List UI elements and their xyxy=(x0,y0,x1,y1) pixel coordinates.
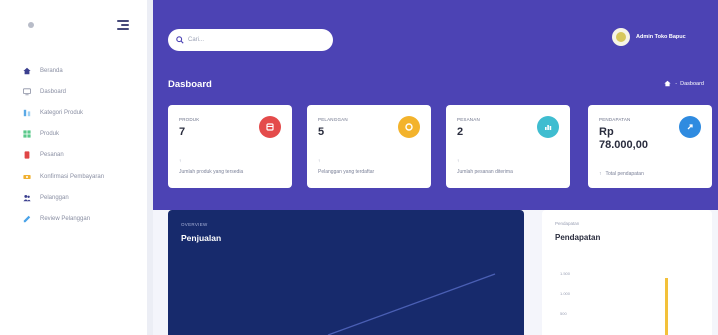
sidebar-item-beranda[interactable]: Beranda xyxy=(0,60,147,81)
sidebar: Beranda Dasboard Kategori Produk Produk … xyxy=(0,0,147,335)
star-icon xyxy=(398,116,420,138)
monitor-icon xyxy=(23,88,31,96)
page-title: Dasboard xyxy=(168,79,212,90)
avatar-image-icon xyxy=(616,32,626,42)
card-value: 7 xyxy=(179,126,186,138)
income-chart-panel: Pendapatan Pendapatan 1.500 1.000 500 xyxy=(542,210,712,335)
breadcrumb: - Dasboard xyxy=(664,80,704,87)
card-value: 2 xyxy=(457,126,464,138)
users-icon xyxy=(23,194,31,202)
sidebar-item-label: Pesanan xyxy=(40,152,64,159)
sidebar-item-review-pelanggan[interactable]: Review Pelanggan xyxy=(0,208,147,229)
sidebar-item-kategori-produk[interactable]: Kategori Produk xyxy=(0,102,147,123)
sidebar-toggle-icon[interactable] xyxy=(117,20,129,30)
sidebar-item-pesanan[interactable]: Pesanan xyxy=(0,145,147,166)
search-placeholder: Cari... xyxy=(188,37,205,43)
axis-tick-label: 1.000 xyxy=(560,291,571,296)
stat-card-produk[interactable]: PRODUK 7 ↑ Jumlah produk yang tersedia xyxy=(168,105,292,188)
axis-tick-label: 500 xyxy=(560,311,567,316)
app-root: Beranda Dasboard Kategori Produk Produk … xyxy=(0,0,718,335)
card-value: 5 xyxy=(318,126,325,138)
sidebar-item-label: Beranda xyxy=(40,67,63,74)
sales-line-chart xyxy=(327,273,496,335)
sidebar-item-label: Dasboard xyxy=(40,88,67,95)
card-arrow-icon: ↑ xyxy=(457,158,460,163)
money-icon xyxy=(23,173,31,181)
review-icon xyxy=(23,215,31,223)
card-value: Rp 78.000,00 xyxy=(599,126,648,151)
card-arrow-icon: ↑ xyxy=(179,158,182,163)
card-label: PENDAPATAN xyxy=(599,117,631,122)
sidebar-item-label: Konfirmasi Pembayaran xyxy=(40,173,105,180)
sidebar-item-label: Review Pelanggan xyxy=(40,215,91,222)
home-icon xyxy=(23,67,31,75)
sidebar-item-label: Pelanggan xyxy=(40,194,69,201)
card-subtitle: Jumlah pesanan diterima xyxy=(457,169,513,175)
card-subtitle: Pelanggan yang terdaftar xyxy=(318,169,375,175)
sidebar-menu: Beranda Dasboard Kategori Produk Produk … xyxy=(0,50,147,230)
sidebar-item-produk[interactable]: Produk xyxy=(0,124,147,145)
search-input[interactable]: Cari... xyxy=(168,29,333,51)
income-bar xyxy=(665,278,668,335)
chart-icon xyxy=(537,116,559,138)
stat-card-pelanggan[interactable]: PELANGGAN 5 ↑ Pelanggan yang terdaftar xyxy=(307,105,431,188)
breadcrumb-current: Dasboard xyxy=(680,80,704,87)
card-subtitle: Jumlah produk yang tersedia xyxy=(179,169,244,175)
card-arrow-icon: ↑ xyxy=(599,171,602,177)
stat-card-pesanan[interactable]: PESANAN 2 ↑ Jumlah pesanan diterima xyxy=(446,105,570,188)
sidebar-header xyxy=(0,0,147,50)
user-name: Admin Toko Bapuc xyxy=(636,34,686,40)
card-arrow-icon: ↑ xyxy=(318,158,321,163)
home-icon[interactable] xyxy=(664,80,671,87)
box-icon xyxy=(259,116,281,138)
card-subtitle-text: Total pendapatan xyxy=(605,171,644,177)
card-label: PELANGGAN xyxy=(318,117,348,122)
search-icon xyxy=(176,36,184,44)
card-label: PRODUK xyxy=(179,117,200,122)
money-icon xyxy=(679,116,701,138)
avatar xyxy=(612,28,630,46)
sidebar-item-label: Produk xyxy=(40,131,60,138)
sidebar-item-dasboard[interactable]: Dasboard xyxy=(0,81,147,102)
panel-title: Pendapatan xyxy=(555,233,601,242)
sales-series-line xyxy=(327,273,496,335)
sales-chart-panel: OVERVIEW Penjualan xyxy=(168,210,524,335)
user-menu[interactable]: Admin Toko Bapuc xyxy=(612,28,686,46)
sidebar-item-konfirmasi-pembayaran[interactable]: Konfirmasi Pembayaran xyxy=(0,166,147,187)
card-label: PESANAN xyxy=(457,117,480,122)
stat-card-pendapatan[interactable]: PENDAPATAN Rp 78.000,00 ↑ Total pendapata… xyxy=(588,105,712,188)
order-icon xyxy=(23,151,31,159)
grid-icon xyxy=(23,130,31,138)
panel-caption: Pendapatan xyxy=(555,221,580,226)
card-subtitle: ↑ Total pendapatan xyxy=(599,171,644,177)
sidebar-item-pelanggan[interactable]: Pelanggan xyxy=(0,187,147,208)
logo-dot-icon xyxy=(28,22,34,28)
category-icon xyxy=(23,109,31,117)
sidebar-item-label: Kategori Produk xyxy=(40,109,84,116)
breadcrumb-separator: - xyxy=(675,80,678,87)
axis-tick-label: 1.500 xyxy=(560,271,571,276)
